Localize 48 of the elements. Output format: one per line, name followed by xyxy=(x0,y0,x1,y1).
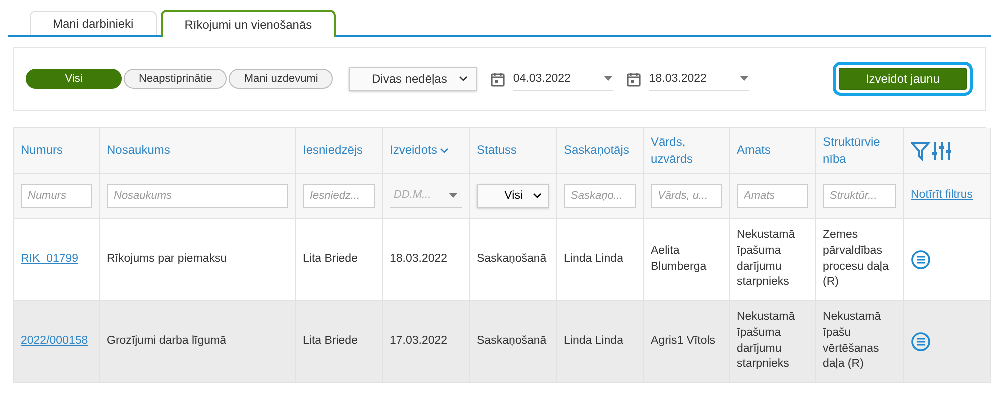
document-number-link[interactable]: 2022/000158 xyxy=(21,334,88,350)
table-cell-text: Linda Linda xyxy=(564,334,624,349)
filter-input[interactable]: Numurs xyxy=(21,184,92,208)
filter-input[interactable]: Iesniedz... xyxy=(303,184,375,208)
table-cell-text: Nekustamā īpašuma darījumu starpnieks xyxy=(737,228,796,290)
document-number-link[interactable]: RIK_01799 xyxy=(21,252,79,268)
column-header[interactable]: Nosaukums xyxy=(107,142,170,159)
table-cell-text: Lita Briede xyxy=(303,252,358,267)
table-cell-text: 18.03.2022 xyxy=(390,252,448,267)
column-header[interactable]: Amats xyxy=(737,142,772,159)
tab[interactable]: Rīkojumi un vienošanās xyxy=(160,10,336,37)
table-cell-text: Grozījumi darba līgumā xyxy=(107,334,227,349)
filter-pill[interactable]: Mani uzdevumi xyxy=(229,69,334,89)
period-dropdown[interactable]: Divas nedēļas xyxy=(349,67,478,91)
filter-input[interactable]: Saskaņo... xyxy=(564,184,636,208)
date-from-field[interactable]: 04.03.2022 xyxy=(513,67,614,91)
filter-input[interactable]: Nosaukums xyxy=(107,184,288,208)
chevron-down-icon xyxy=(459,76,468,82)
table-cell-text: Nekustamā īpašuma darījumu starpnieks xyxy=(737,310,796,372)
table-cell-text: Saskaņošanā xyxy=(477,252,547,267)
table-cell-text: Nekustamā īpašu vērtēšanas daļa (R) xyxy=(823,310,882,372)
column-header[interactable]: Numurs xyxy=(21,142,64,159)
table-cell-text: Linda Linda xyxy=(564,252,624,267)
filter-input[interactable]: Struktūr... xyxy=(823,184,896,208)
filter-pill[interactable]: Neapstiprinātie xyxy=(124,69,228,89)
filter-input[interactable]: Vārds, u... xyxy=(651,184,722,208)
calendar-icon[interactable] xyxy=(491,72,506,86)
chevron-down-icon xyxy=(533,193,542,199)
sort-chevron-icon xyxy=(440,148,450,154)
table-cell-text: Rīkojums par piemaksu xyxy=(107,252,228,267)
calendar-icon[interactable] xyxy=(627,72,642,86)
status-filter-select[interactable]: Visi xyxy=(477,184,549,208)
dropdown-arrow-icon xyxy=(449,193,458,198)
menu-icon[interactable] xyxy=(911,250,931,270)
filter-pill[interactable]: Visi xyxy=(26,69,122,89)
menu-icon[interactable] xyxy=(911,332,931,352)
table-cell-text: Zemes pārvaldības procesu daļa (R) xyxy=(823,228,890,290)
table-cell-text: Aelita Blumberga xyxy=(651,244,708,274)
column-header[interactable]: Statuss xyxy=(477,142,518,159)
filter-settings-icon[interactable] xyxy=(911,140,953,160)
date-to-field[interactable]: 18.03.2022 xyxy=(649,67,750,91)
table-cell-text: Agris1 Vītols xyxy=(651,334,716,349)
table-cell-text: Lita Briede xyxy=(303,334,358,349)
table-cell-text: 17.03.2022 xyxy=(390,334,448,349)
dropdown-arrow-icon xyxy=(740,76,750,81)
table-cell-text: Saskaņošanā xyxy=(477,334,547,349)
tab[interactable]: Mani darbinieki xyxy=(30,11,157,35)
dropdown-arrow-icon xyxy=(604,76,614,81)
